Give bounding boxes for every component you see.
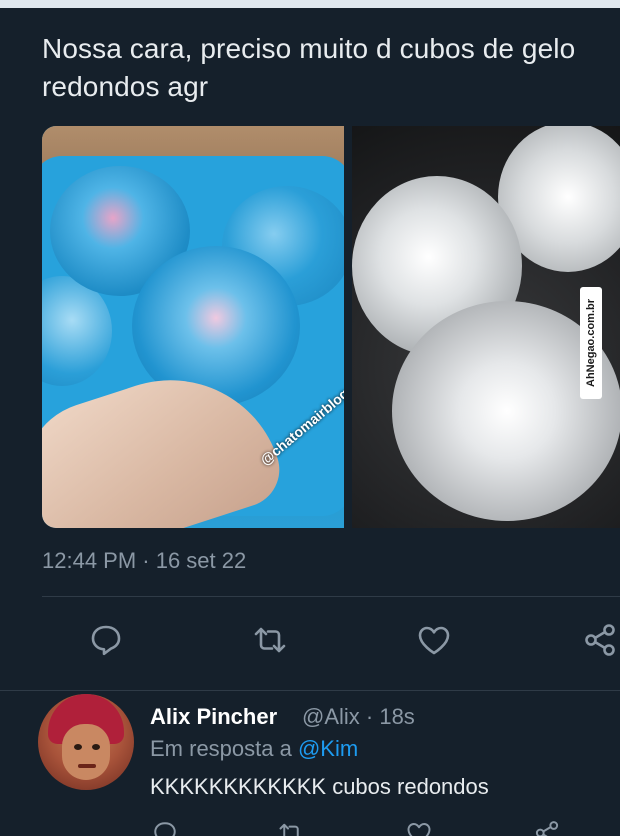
reply-icon[interactable] — [86, 620, 126, 660]
avatar[interactable] — [38, 694, 134, 790]
reply-author-handle: @Alix · 18s — [302, 704, 415, 729]
replying-to-mention[interactable]: @Kim — [298, 736, 358, 761]
reply-text: KKKKKKKKKKKK cubos redondos — [150, 774, 489, 799]
avatar-mouth — [78, 764, 96, 768]
retweet-icon[interactable] — [250, 620, 290, 660]
top-accent-bar — [0, 0, 620, 8]
avatar-eye — [74, 744, 82, 750]
share-icon[interactable] — [532, 818, 562, 836]
retweet-icon[interactable] — [276, 818, 306, 836]
reply-icon[interactable] — [150, 818, 180, 836]
avatar-eye — [92, 744, 100, 750]
tweet-actions — [0, 620, 620, 664]
side-watermark: AhNegao.com.br — [580, 287, 602, 399]
avatar-face — [62, 724, 110, 780]
heart-icon[interactable] — [414, 620, 454, 660]
reply-actions — [0, 818, 620, 836]
tweet-media[interactable]: @chatomairblog — [42, 126, 620, 528]
heart-icon[interactable] — [404, 818, 434, 836]
share-icon[interactable] — [580, 620, 620, 660]
tweet-text: Nossa cara, preciso muito d cubos de gel… — [42, 33, 576, 102]
media-image-ice-tray[interactable]: @chatomairblog — [42, 126, 344, 528]
tweet-timestamp[interactable]: 12:44 PM · 16 set 22 — [42, 548, 246, 574]
replying-to-prefix: Em resposta a — [150, 736, 298, 761]
reply-author-name[interactable]: Alix Pincher — [150, 704, 277, 730]
reply-tweet[interactable]: Alix Pincher @Alix · 18s Em resposta a @… — [0, 690, 620, 836]
divider — [42, 596, 620, 597]
replying-to: Em resposta a @Kim — [150, 736, 358, 762]
